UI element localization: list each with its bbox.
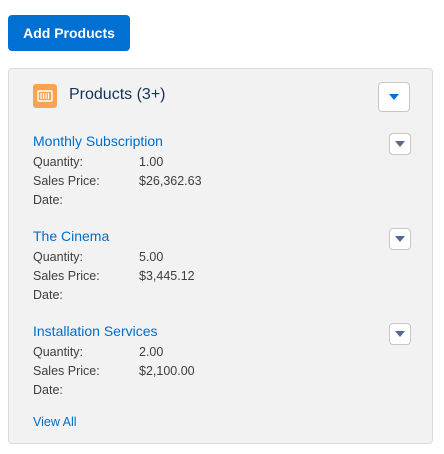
- sales-price-label: Sales Price:: [33, 174, 100, 188]
- date-label: Date:: [33, 288, 63, 302]
- card-header: Products (3+): [9, 69, 432, 125]
- product-item: Monthly Subscription Quantity: 1.00 Sale…: [33, 133, 413, 213]
- products-card: Products (3+) Monthly Subscription Quant…: [8, 68, 433, 444]
- date-label: Date:: [33, 383, 63, 397]
- sales-price-label: Sales Price:: [33, 269, 100, 283]
- quantity-label: Quantity:: [33, 250, 84, 264]
- product-menu-button[interactable]: [389, 228, 411, 250]
- chevron-down-icon: [395, 141, 405, 147]
- quantity-value: 1.00: [139, 155, 164, 169]
- product-name-link[interactable]: Monthly Subscription: [33, 133, 163, 149]
- price-book-icon: [33, 84, 57, 108]
- product-name-link[interactable]: Installation Services: [33, 323, 158, 339]
- product-menu-button[interactable]: [389, 133, 411, 155]
- add-products-button[interactable]: Add Products: [8, 15, 130, 51]
- product-item: The Cinema Quantity: 5.00 Sales Price: $…: [33, 228, 413, 308]
- card-menu-button[interactable]: [378, 82, 410, 112]
- sales-price-value: $3,445.12: [139, 269, 195, 283]
- sales-price-value: $2,100.00: [139, 364, 195, 378]
- view-all-link[interactable]: View All: [33, 415, 77, 429]
- sales-price-value: $26,362.63: [139, 174, 202, 188]
- chevron-down-icon: [395, 236, 405, 242]
- product-menu-button[interactable]: [389, 323, 411, 345]
- quantity-label: Quantity:: [33, 155, 84, 169]
- quantity-value: 5.00: [139, 250, 164, 264]
- quantity-value: 2.00: [139, 345, 164, 359]
- quantity-label: Quantity:: [33, 345, 84, 359]
- card-title: Products (3+): [69, 86, 166, 103]
- page: Add Products Products (3+) Monthly Subsc…: [0, 0, 444, 454]
- sales-price-label: Sales Price:: [33, 364, 100, 378]
- product-item: Installation Services Quantity: 2.00 Sal…: [33, 323, 413, 403]
- chevron-down-icon: [395, 331, 405, 337]
- date-label: Date:: [33, 193, 63, 207]
- chevron-down-icon: [389, 94, 399, 100]
- product-name-link[interactable]: The Cinema: [33, 228, 109, 244]
